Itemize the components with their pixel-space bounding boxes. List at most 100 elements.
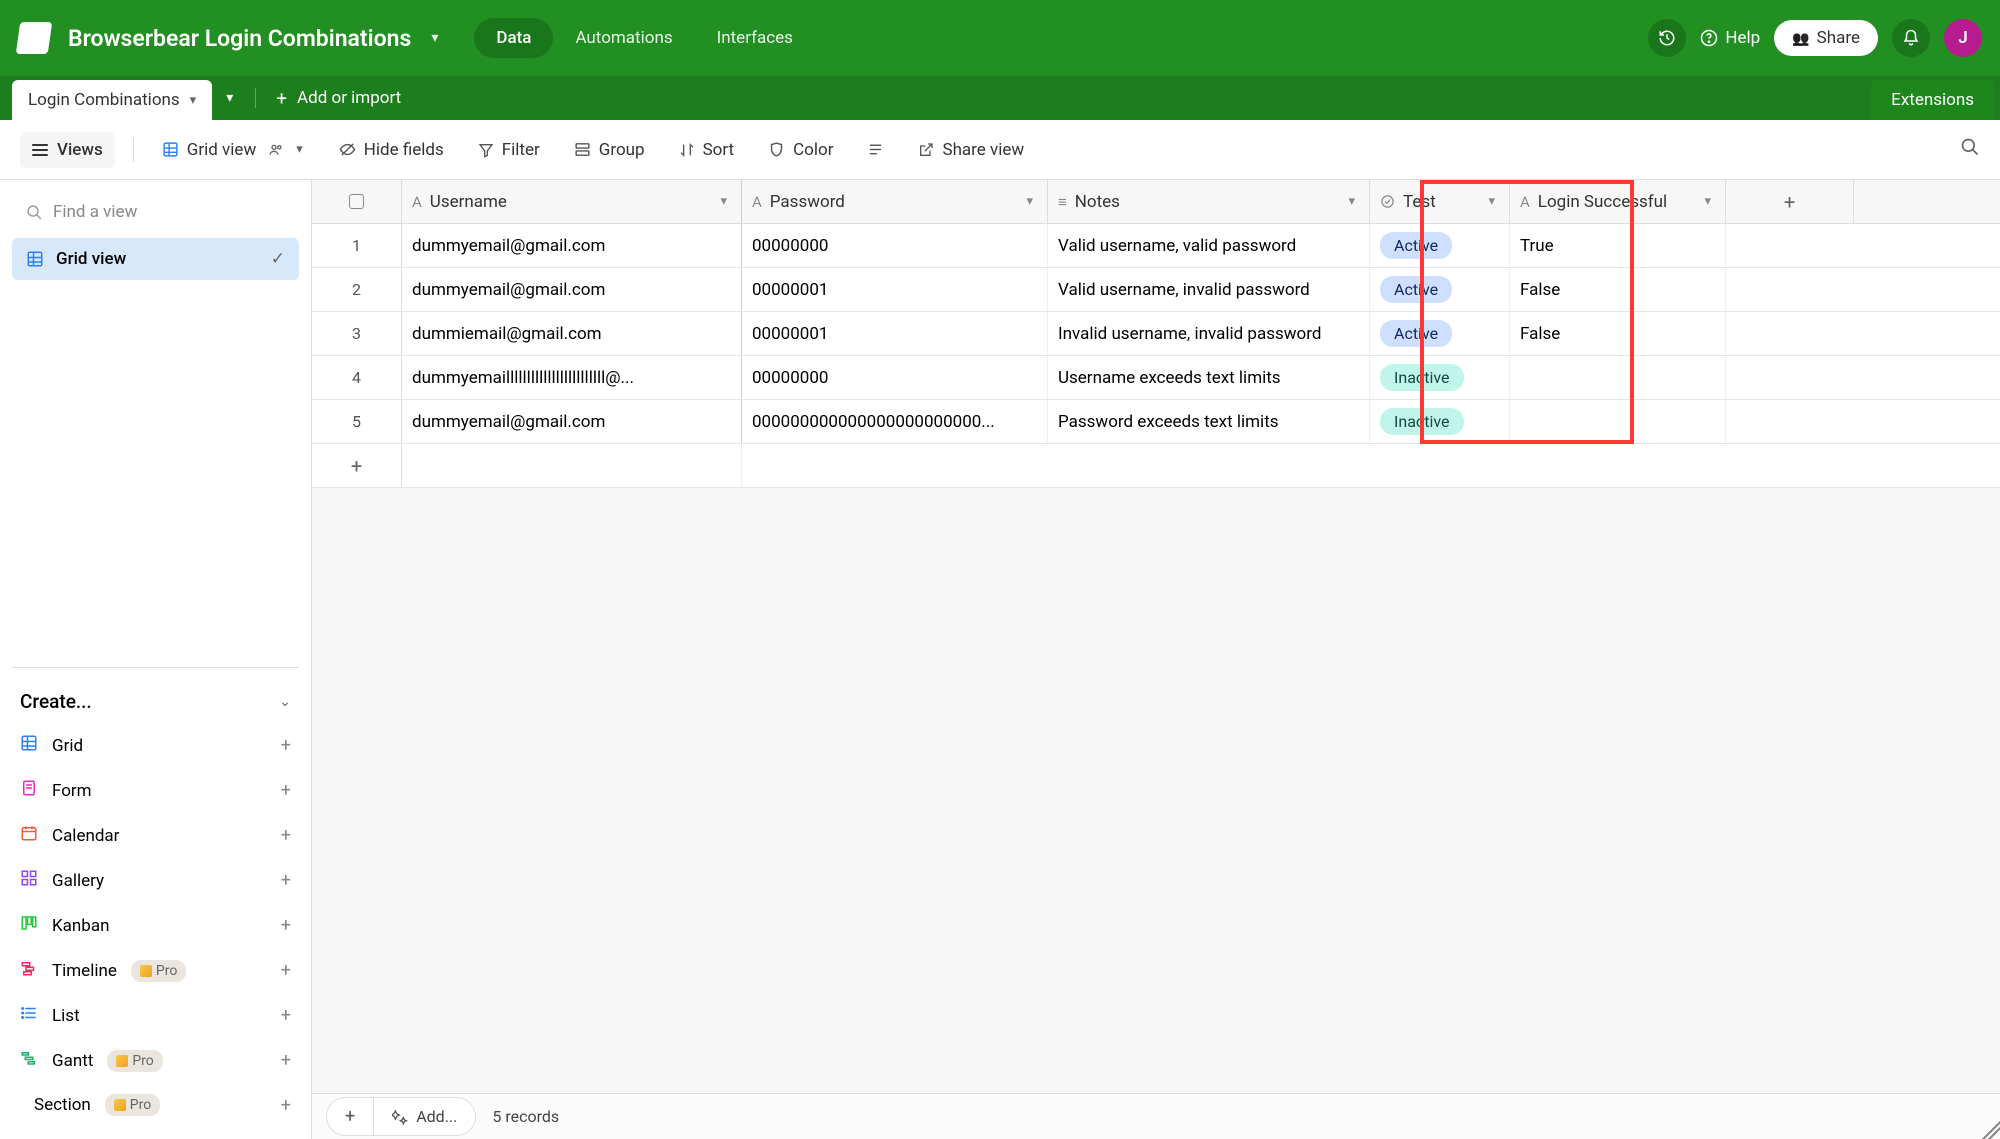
- column-header-notes[interactable]: ≡ Notes ▾: [1048, 180, 1370, 223]
- row-height-button[interactable]: [859, 135, 892, 164]
- cell-test[interactable]: Active: [1370, 224, 1510, 267]
- create-view-grid[interactable]: Grid+: [12, 723, 299, 768]
- plus-icon[interactable]: +: [281, 960, 291, 981]
- current-view-button[interactable]: Grid view ▾: [152, 134, 313, 166]
- plus-icon[interactable]: +: [281, 870, 291, 891]
- account-avatar[interactable]: J: [1944, 19, 1982, 57]
- row-number[interactable]: 3: [312, 312, 402, 355]
- notifications-button[interactable]: [1892, 19, 1930, 57]
- create-view-section[interactable]: SectionPro+: [12, 1083, 299, 1127]
- plus-icon[interactable]: +: [281, 1050, 291, 1071]
- plus-icon[interactable]: +: [281, 915, 291, 936]
- chevron-down-icon[interactable]: ▾: [1700, 190, 1715, 213]
- chevron-down-icon[interactable]: ▾: [1344, 190, 1359, 213]
- tab-interfaces[interactable]: Interfaces: [695, 18, 815, 58]
- history-button[interactable]: [1648, 19, 1686, 57]
- cell-username[interactable]: dummyemail@gmail.com: [402, 268, 742, 311]
- plus-icon[interactable]: +: [281, 735, 291, 756]
- cell-password[interactable]: 00000000: [742, 224, 1048, 267]
- table-row[interactable]: 5dummyemail@gmail.com0000000000000000000…: [312, 400, 2000, 444]
- help-button[interactable]: Help: [1700, 28, 1760, 48]
- select-all-checkbox[interactable]: [312, 180, 402, 223]
- cell-login-successful[interactable]: False: [1510, 268, 1726, 311]
- cell-notes[interactable]: Password exceeds text limits: [1048, 400, 1370, 443]
- table-row[interactable]: 4dummyemaillllllllllllllllllllllll@...00…: [312, 356, 2000, 400]
- tab-data[interactable]: Data: [474, 18, 553, 58]
- create-view-gallery[interactable]: Gallery+: [12, 858, 299, 903]
- sort-button[interactable]: Sort: [671, 134, 743, 166]
- base-menu-chevron-icon[interactable]: ▾: [421, 24, 448, 52]
- cell-username[interactable]: dummiemail@gmail.com: [402, 312, 742, 355]
- cell-test[interactable]: Inactive: [1370, 356, 1510, 399]
- row-number[interactable]: 1: [312, 224, 402, 267]
- cell-login-successful[interactable]: [1510, 356, 1726, 399]
- create-view-list[interactable]: List+: [12, 993, 299, 1038]
- cell-test[interactable]: Active: [1370, 268, 1510, 311]
- footer-add-menu-button[interactable]: Add...: [374, 1099, 475, 1134]
- cell-notes[interactable]: Invalid username, invalid password: [1048, 312, 1370, 355]
- search-records-button[interactable]: [1960, 137, 1980, 162]
- chevron-down-icon[interactable]: ▾: [296, 142, 303, 157]
- tab-automations[interactable]: Automations: [553, 18, 694, 58]
- plus-icon[interactable]: +: [281, 780, 291, 801]
- column-header-login-successful[interactable]: A Login Successful ▾: [1510, 180, 1726, 223]
- cell-username[interactable]: dummyemail@gmail.com: [402, 224, 742, 267]
- add-or-import-button[interactable]: + Add or import: [264, 79, 413, 118]
- extensions-button[interactable]: Extensions: [1871, 80, 1994, 120]
- chevron-down-icon[interactable]: ▾: [1022, 190, 1037, 213]
- chevron-down-icon[interactable]: ▾: [716, 190, 731, 213]
- cell-notes[interactable]: Valid username, valid password: [1048, 224, 1370, 267]
- cell-password[interactable]: 00000000: [742, 356, 1048, 399]
- cell-notes[interactable]: Valid username, invalid password: [1048, 268, 1370, 311]
- plus-icon[interactable]: +: [281, 825, 291, 846]
- group-button[interactable]: Group: [566, 134, 653, 166]
- column-header-test[interactable]: Test ▾: [1370, 180, 1510, 223]
- create-view-form[interactable]: Form+: [12, 768, 299, 813]
- color-button[interactable]: Color: [760, 134, 841, 166]
- table-row[interactable]: 3dummiemail@gmail.com00000001Invalid use…: [312, 312, 2000, 356]
- column-header-password[interactable]: A Password ▾: [742, 180, 1048, 223]
- share-view-button[interactable]: Share view: [910, 134, 1032, 166]
- cell-test[interactable]: Inactive: [1370, 400, 1510, 443]
- filter-button[interactable]: Filter: [470, 134, 548, 166]
- create-section-header[interactable]: Create... ⌄: [12, 680, 299, 723]
- view-item-grid[interactable]: Grid view ✓: [12, 238, 299, 280]
- row-number[interactable]: 4: [312, 356, 402, 399]
- cell-username[interactable]: dummyemaillllllllllllllllllllllll@...: [402, 356, 742, 399]
- app-logo[interactable]: [16, 22, 52, 54]
- hamburger-icon: [32, 144, 48, 156]
- chevron-down-icon[interactable]: ▾: [190, 93, 197, 108]
- cell-password[interactable]: 00000001: [742, 268, 1048, 311]
- plus-icon[interactable]: +: [281, 1095, 291, 1116]
- cell-password[interactable]: 00000001: [742, 312, 1048, 355]
- column-header-username[interactable]: A Username ▾: [402, 180, 742, 223]
- cell-username[interactable]: dummyemail@gmail.com: [402, 400, 742, 443]
- footer-add-record-button[interactable]: +: [327, 1098, 374, 1135]
- create-view-timeline[interactable]: TimelinePro+: [12, 948, 299, 993]
- cell-login-successful[interactable]: True: [1510, 224, 1726, 267]
- find-view-input[interactable]: Find a view: [12, 192, 299, 232]
- add-row[interactable]: +: [312, 444, 2000, 488]
- table-row[interactable]: 1dummyemail@gmail.com00000000Valid usern…: [312, 224, 2000, 268]
- create-view-kanban[interactable]: Kanban+: [12, 903, 299, 948]
- add-row-plus[interactable]: +: [312, 444, 402, 487]
- table-tab-active[interactable]: Login Combinations ▾: [12, 80, 212, 120]
- share-button[interactable]: Share: [1774, 20, 1878, 56]
- cell-password[interactable]: 000000000000000000000000...: [742, 400, 1048, 443]
- cell-login-successful[interactable]: [1510, 400, 1726, 443]
- views-toggle[interactable]: Views: [20, 132, 115, 168]
- cell-test[interactable]: Active: [1370, 312, 1510, 355]
- cell-notes[interactable]: Username exceeds text limits: [1048, 356, 1370, 399]
- cell-login-successful[interactable]: False: [1510, 312, 1726, 355]
- chevron-down-icon[interactable]: ▾: [1484, 190, 1499, 213]
- create-view-calendar[interactable]: Calendar+: [12, 813, 299, 858]
- row-number[interactable]: 5: [312, 400, 402, 443]
- table-tab-more-chevron-icon[interactable]: ▾: [212, 82, 247, 114]
- create-view-gantt[interactable]: GanttPro+: [12, 1038, 299, 1083]
- row-number[interactable]: 2: [312, 268, 402, 311]
- plus-icon[interactable]: +: [281, 1005, 291, 1026]
- table-row[interactable]: 2dummyemail@gmail.com00000001Valid usern…: [312, 268, 2000, 312]
- base-title[interactable]: Browserbear Login Combinations: [68, 25, 411, 52]
- add-field-button[interactable]: +: [1726, 180, 1854, 223]
- hide-fields-button[interactable]: Hide fields: [331, 134, 452, 166]
